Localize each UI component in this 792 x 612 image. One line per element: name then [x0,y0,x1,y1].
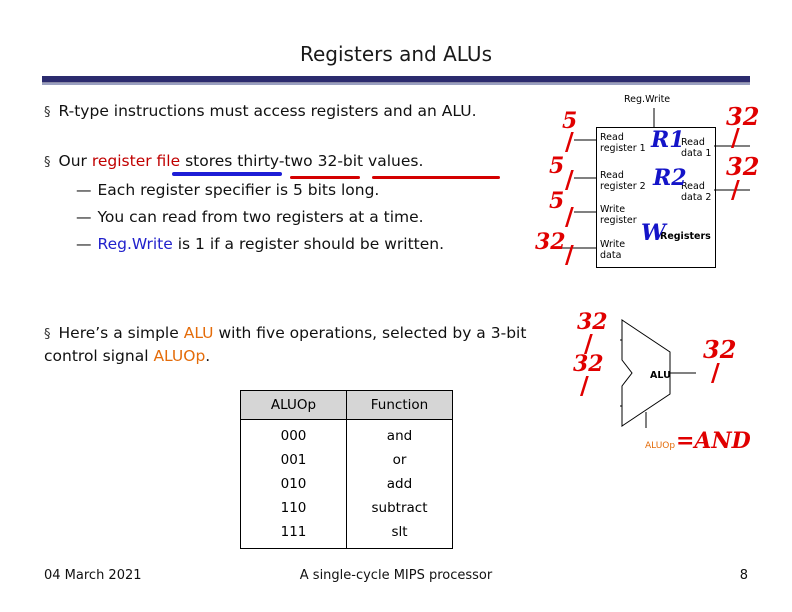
table-row: 110 subtract [240,496,453,520]
page-title: Registers and ALUs [300,42,492,66]
footer-subtitle: A single-cycle MIPS processor [299,568,493,583]
dash-marker: — [76,235,92,253]
bullet-marker: § [44,155,51,170]
bullet-3-aluop: ALUOp [153,346,206,365]
bullet-1: § R-type instructions must access registe… [44,100,477,123]
bullet-2-post: stores thirty-two 32-bit values. [180,152,424,170]
cell-aluop: 000 [240,419,347,448]
column-header-function: Function [346,390,453,420]
table-row: 001 or [240,448,453,472]
label-read-data-1: Read data 1 [681,137,712,159]
cell-function: add [346,472,453,496]
label-read-register-1: Read register 1 [600,132,646,154]
annotation-slash: / [565,127,574,156]
table-row: 111 slt [240,520,453,549]
column-header-aluop: ALUOp [240,390,347,420]
bullet-3: § Here’s a simple ALU with five operation… [44,322,564,367]
bullet-3-alu: ALU [183,324,214,342]
cell-aluop: 111 [240,520,347,549]
dash-marker: — [76,181,92,199]
dash-marker: — [76,208,92,226]
table-row: 000 and [240,419,453,448]
bullet-marker: § [44,105,51,120]
annotation-slash: / [711,358,720,387]
label-write-data: Write data [600,239,626,261]
annotation-slash: / [580,371,589,400]
sub-bullet-3-regwrite: Reg.Write [97,235,173,253]
footer-page-number: 8 [739,568,748,583]
annotation-slash: / [565,165,574,194]
cell-aluop: 110 [240,496,347,520]
sub-bullet-3: — Reg.Write is 1 if a register should be … [76,235,444,253]
sub-bullet-1-text: Each register specifier is 5 bits long. [97,181,380,199]
annotation-w: W [641,220,666,246]
bullet-1-text: R-type instructions must access register… [58,102,477,120]
cell-function: subtract [346,496,453,520]
table-row: 010 add [240,472,453,496]
annotation-5-b: 5 [549,153,565,179]
aluop-table: ALUOp Function 000 and 001 or 010 add 11… [240,390,453,549]
bullet-2-pre: Our [58,152,92,170]
sub-bullet-2: — You can read from two registers at a ti… [76,208,424,226]
cell-function: and [346,419,453,448]
annotation-r1: R1 [651,127,685,153]
bullet-2: § Our register file stores thirty-two 32-… [44,150,423,173]
annotation-slash: / [565,202,574,231]
cell-aluop: 001 [240,448,347,472]
sub-bullet-1: — Each register specifier is 5 bits long. [76,181,379,199]
underline-register-file [172,172,282,176]
underline-thirty-two [290,176,360,179]
bullet-marker: § [44,327,51,342]
label-read-register-2: Read register 2 [600,170,646,192]
sub-bullet-2-text: You can read from two registers at a tim… [97,208,424,226]
cell-function: or [346,448,453,472]
annotation-slash: / [565,240,574,269]
annotation-slash: / [731,123,740,152]
table-header-row: ALUOp Function [240,390,453,420]
bullet-3-end: . [205,346,211,365]
bullet-2-register-file: register file [91,152,181,170]
annotation-slash: / [731,175,740,204]
aluop-signal-label: ALUOp [645,441,676,451]
underline-32-bit-values [372,176,500,179]
annotation-32-a: 32 [535,229,566,255]
bullet-3-pre: Here’s a simple [58,324,184,342]
cell-function: slt [346,520,453,549]
annotation-5-c: 5 [549,188,565,214]
sub-bullet-3-post: is 1 if a register should be written. [172,235,445,253]
annotation-r2: R2 [653,165,687,191]
label-write-register: Write register [600,204,637,226]
label-registers: Registers [660,231,711,242]
title-rule-shadow [42,83,750,85]
alu-label: ALU [650,370,671,381]
slide: Registers and ALUs § R-type instructions … [0,0,792,612]
annotation-aluop-equals-and: =AND [676,428,751,454]
cell-aluop: 010 [240,472,347,496]
